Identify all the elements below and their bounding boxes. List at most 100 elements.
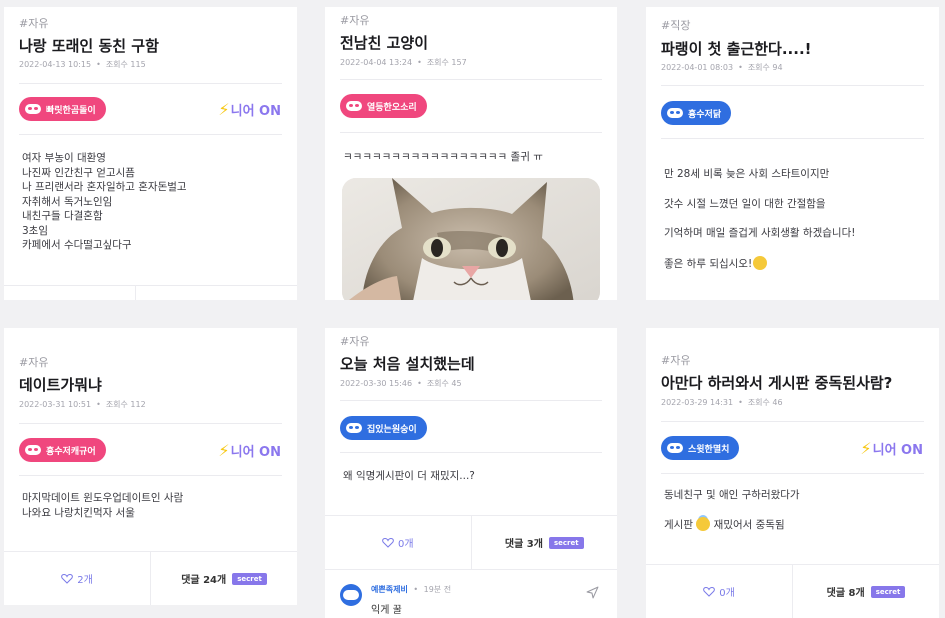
post-title[interactable]: 오늘 처음 설치했는데 (340, 353, 475, 374)
like-button[interactable]: 0개 (646, 565, 793, 618)
like-count: 0개 (719, 588, 735, 599)
like-count: 0개 (397, 539, 414, 550)
post-body-line: 내친구들 다결혼함 (22, 210, 103, 222)
post-title[interactable]: 파랭이 첫 출근한다....! (661, 38, 811, 59)
author-badge[interactable]: 흉수저닭 (661, 101, 732, 125)
post-date: 2022-04-13 10:15 (19, 60, 92, 69)
post-category-tag: #직장 (661, 19, 691, 32)
post-card[interactable]: #자유 데이트가뭐냐 2022-03-31 10:51 • 조회수 112 흉수저캐… (4, 328, 297, 605)
post-meta: 2022-04-04 13:24 • 조회수 157 (340, 57, 467, 68)
comment-time: 19분 전 (423, 585, 452, 594)
comment-preview[interactable]: 예쁜족제비 • 19분 전 익게 꿀 (325, 569, 617, 618)
post-body: 동네친구 및 애인 구하러왔다가 게시판 재밌어서 중독됨 (664, 488, 800, 532)
mask-icon (667, 443, 683, 453)
divider (340, 400, 602, 401)
mask-icon (25, 445, 41, 455)
author-badge[interactable]: 스윗한멸치 (661, 436, 740, 460)
post-meta: 2022-03-29 14:31 • 조회수 46 (661, 397, 783, 408)
meta-separator: • (96, 60, 101, 69)
post-card[interactable]: #자유 오늘 처음 설치했는데 2022-03-30 15:46 • 조회수 45 … (325, 328, 617, 618)
post-body-line: 자취해서 독거노인임 (22, 195, 113, 208)
meta-separator: • (96, 400, 101, 409)
post-body-line: 기억하며 매일 즐겁게 사회생활 하겠습니다! (664, 227, 856, 239)
author-badge[interactable]: 흉수저캐규어 (19, 438, 106, 462)
commenter-avatar (340, 584, 362, 606)
post-card[interactable]: #자유 전남친 고양이 2022-04-04 13:24 • 조회수 157 열등한… (325, 7, 617, 300)
post-body: 만 28세 비록 늦은 사회 스타트이지만 갓수 시절 느꼈던 일이 대한 간절… (664, 167, 855, 286)
secret-badge: secret (548, 536, 584, 549)
post-category-tag: #자유 (340, 14, 370, 27)
post-title[interactable]: 아만다 하러와서 게시판 중독된사람? (661, 372, 892, 393)
post-category-tag: #자유 (19, 356, 49, 369)
divider (340, 79, 602, 80)
post-meta: 2022-03-31 10:51 • 조회수 112 (19, 399, 146, 410)
divider (661, 85, 924, 86)
post-body-text: 좋은 하루 되십시오! (664, 257, 753, 270)
author-nickname: 흉수저캐규어 (46, 446, 96, 457)
post-date: 2022-03-29 14:31 (661, 398, 734, 407)
post-body-line: 좋은 하루 되십시오! (664, 255, 855, 272)
nion-status: ⚡ 니어 ON (218, 100, 281, 119)
post-meta: 2022-03-30 15:46 • 조회수 45 (340, 378, 462, 389)
divider (661, 138, 924, 139)
post-card[interactable]: #자유 나랑 또래인 동친 구함 2022-04-13 10:15 • 조회수 11… (4, 7, 297, 300)
author-nickname: 흉수저닭 (688, 109, 722, 120)
meta-separator: • (413, 585, 419, 594)
send-icon[interactable] (586, 586, 599, 599)
post-views: 조회수 46 (747, 398, 783, 407)
like-button[interactable]: 0개 (325, 516, 472, 569)
post-views: 조회수 157 (426, 58, 467, 67)
post-photo[interactable] (342, 178, 600, 300)
author-nickname: 스윗한멸치 (688, 444, 730, 455)
divider (340, 132, 602, 133)
meta-separator: • (417, 379, 422, 388)
post-card[interactable]: #직장 파랭이 첫 출근한다....! 2022-04-01 08:03 • 조회수… (646, 7, 939, 300)
comment-meta: 예쁜족제비 • 19분 전 (371, 584, 451, 595)
divider (19, 475, 282, 476)
commenter-name: 예쁜족제비 (371, 585, 408, 594)
like-button[interactable]: 2개 (4, 552, 151, 605)
post-views: 조회수 45 (426, 379, 462, 388)
comment-text: 익게 꿀 (371, 605, 402, 616)
divider (661, 473, 924, 474)
comment-button[interactable]: 댓글 24개 secret (151, 552, 297, 605)
post-body-text: 재밌어서 중독됨 (713, 518, 785, 531)
post-body-line: ㅋㅋㅋㅋㅋㅋㅋㅋㅋㅋㅋㅋㅋㅋㅋㅋㅋ 졸귀 ㅠ (343, 151, 543, 163)
post-body-line: 왜 익명게시판이 더 재밌지...? (343, 470, 475, 482)
author-badge[interactable]: 집있는원숭이 (340, 416, 427, 440)
post-date: 2022-04-04 13:24 (340, 58, 413, 67)
post-card[interactable]: #자유 아만다 하러와서 게시판 중독된사람? 2022-03-29 14:31… (646, 328, 939, 618)
mask-icon (343, 590, 359, 600)
mask-icon (346, 423, 362, 433)
post-body-line: 여자 부농이 대환영 (22, 152, 106, 164)
comment-button[interactable]: 댓글 3개 secret (472, 516, 618, 569)
post-body-line: 나진짜 인간친구 얻고시픔 (22, 166, 135, 179)
post-body-line: 게시판 재밌어서 중독됨 (664, 516, 800, 533)
author-badge[interactable]: 빠릿한곰돌이 (19, 97, 106, 121)
post-body: 왜 익명게시판이 더 재밌지...? (343, 469, 475, 484)
post-body-line: 갓수 시절 느꼈던 일이 대한 간절함을 (664, 197, 826, 210)
mask-icon (25, 104, 41, 114)
author-nickname: 열등한오소리 (367, 102, 417, 113)
divider (19, 83, 282, 84)
post-body: ㅋㅋㅋㅋㅋㅋㅋㅋㅋㅋㅋㅋㅋㅋㅋㅋㅋ 졸귀 ㅠ (343, 150, 543, 165)
comment-button[interactable]: 댓글 8개 secret (793, 565, 939, 618)
post-title[interactable]: 데이트가뭐냐 (19, 374, 102, 395)
author-nickname: 집있는원숭이 (367, 424, 417, 435)
post-title[interactable]: 전남친 고양이 (340, 32, 428, 53)
post-views: 조회수 94 (747, 63, 783, 72)
post-category-tag: #자유 (19, 17, 49, 30)
nion-label: 니어 ON (872, 443, 923, 458)
post-views: 조회수 112 (105, 400, 146, 409)
grinning-emoji-icon (753, 255, 768, 270)
divider (340, 452, 602, 453)
post-body: 마지막데이트 윈도우업데이트인 사람 나와요 나랑치킨먹자 서울 (22, 491, 183, 520)
footer-separator (135, 285, 136, 300)
divider (19, 134, 282, 135)
meta-separator: • (417, 58, 422, 67)
meta-separator: • (738, 398, 743, 407)
author-nickname: 빠릿한곰돌이 (46, 105, 96, 116)
author-badge[interactable]: 열등한오소리 (340, 94, 427, 118)
post-footer: 0개 댓글 3개 secret (325, 515, 617, 569)
post-title[interactable]: 나랑 또래인 동친 구함 (19, 35, 159, 56)
